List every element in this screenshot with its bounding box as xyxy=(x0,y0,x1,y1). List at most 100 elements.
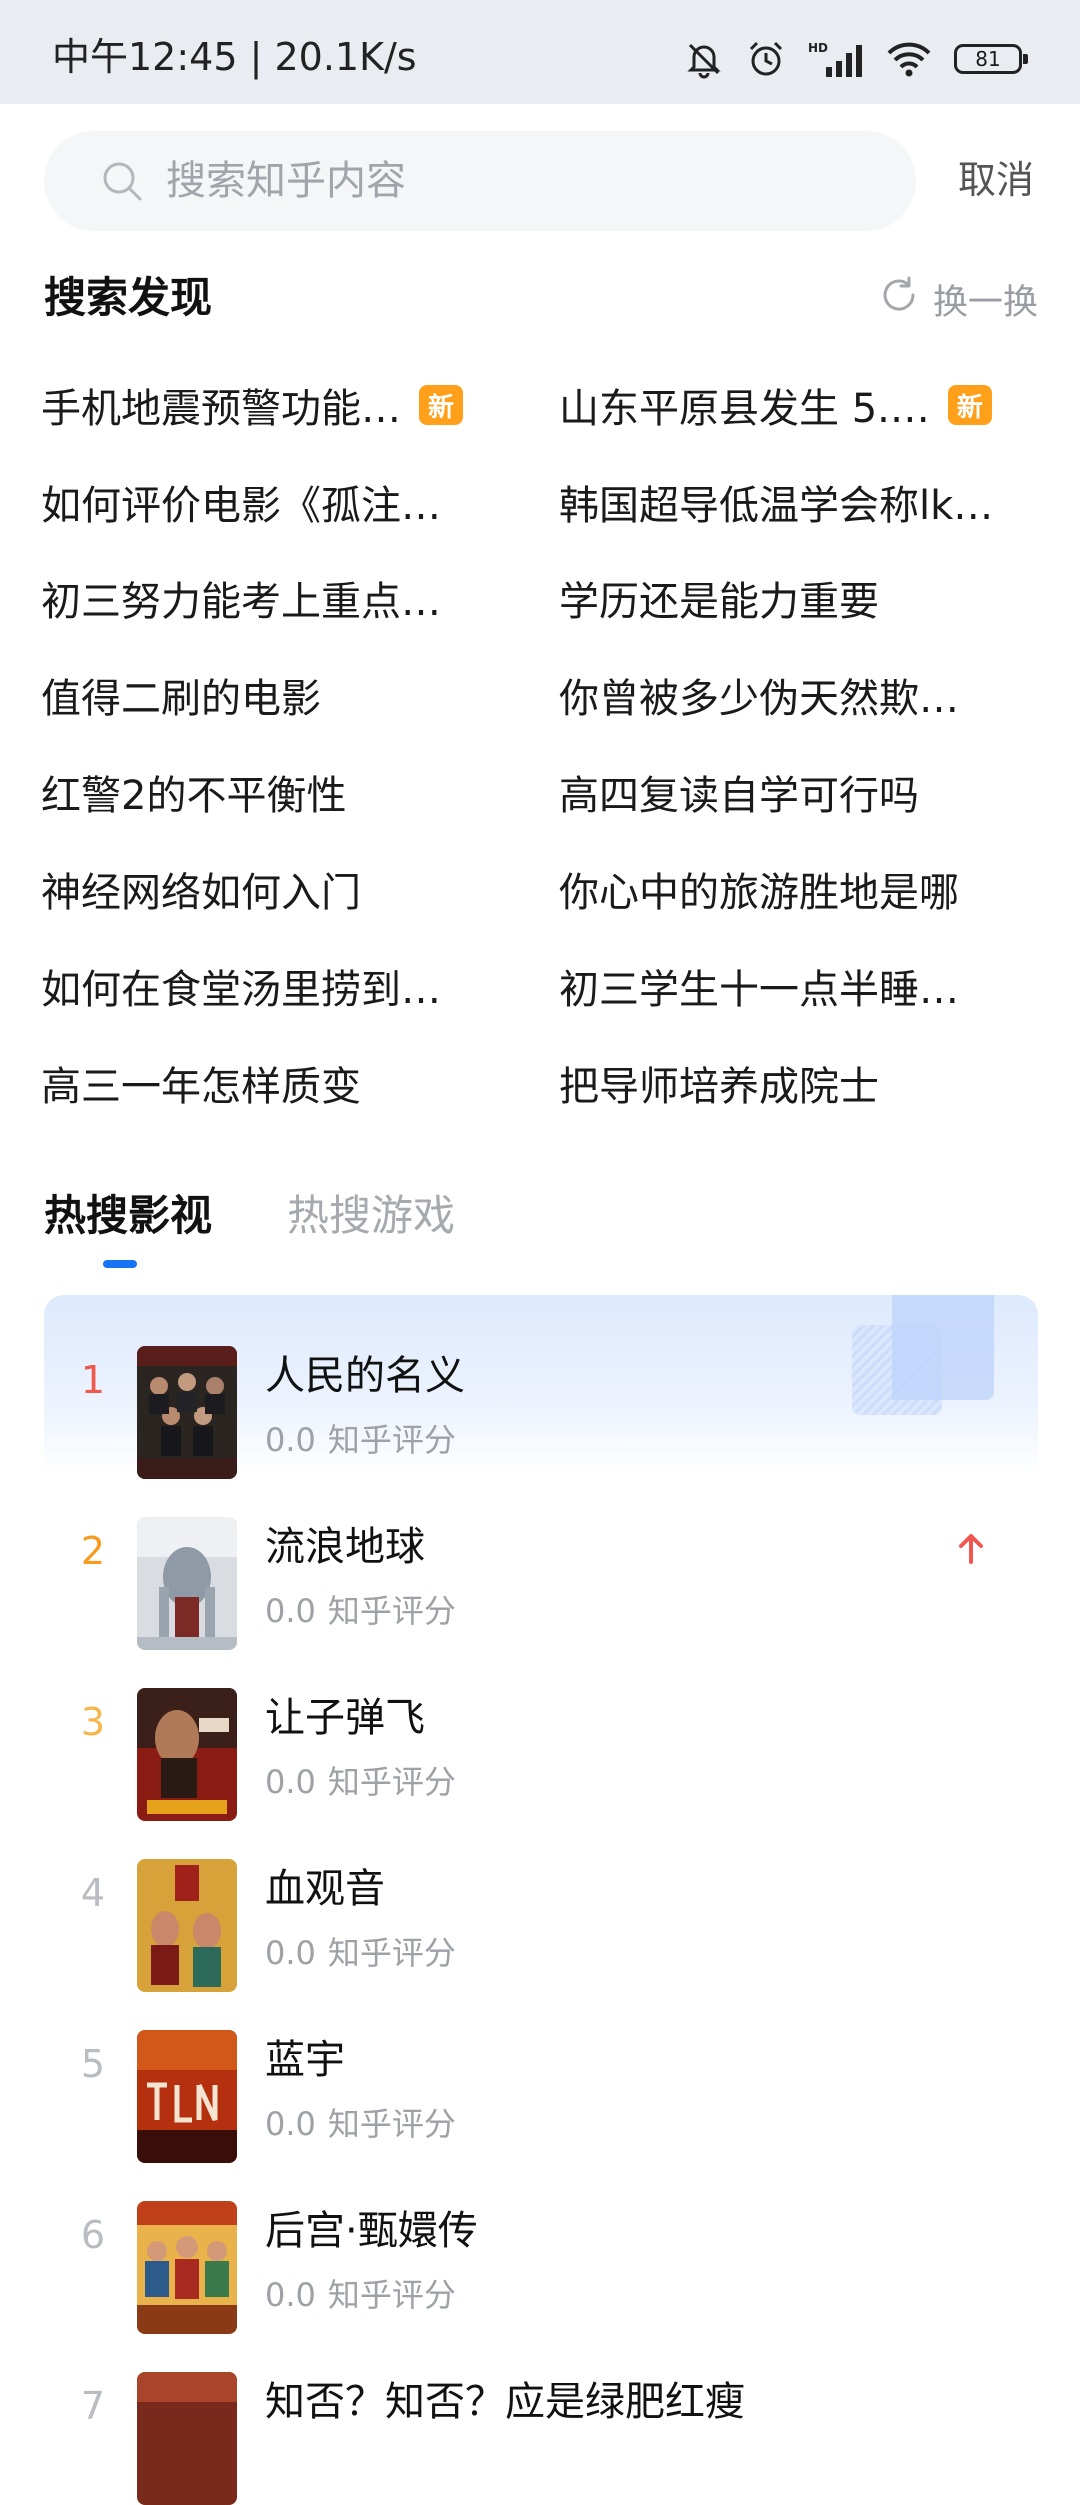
discover-item[interactable]: 手机地震预警功能… 新 xyxy=(41,370,521,440)
discover-item-text: 把导师培养成院士 xyxy=(559,1064,879,1110)
movie-title: 人民的名义 xyxy=(265,1353,465,1399)
discover-item[interactable]: 如何评价电影《孤注… xyxy=(41,467,521,537)
refresh-icon xyxy=(877,273,921,326)
discover-item-text: 韩国超导低温学会称lk… xyxy=(559,483,994,529)
movie-score: 0.0 知乎评分 xyxy=(265,2272,456,2318)
rank-row[interactable]: 6 后宫·甄嬛传 0.0 知乎评分 xyxy=(44,2150,1038,2334)
rank-number: 4 xyxy=(80,1871,106,1915)
score-label: 知乎评分 xyxy=(327,1592,456,1630)
discover-item[interactable]: 如何在食堂汤里捞到… xyxy=(41,951,521,1021)
discover-item-text: 你心中的旅游胜地是哪 xyxy=(559,870,959,916)
movie-title: 蓝宇 xyxy=(265,2037,345,2083)
alarm-icon xyxy=(746,39,786,79)
movie-title: 后宫·甄嬛传 xyxy=(265,2208,478,2254)
movie-poster xyxy=(137,1346,237,1479)
movie-poster xyxy=(137,1859,237,1992)
movie-score: 0.0 知乎评分 xyxy=(265,1930,456,1976)
rank-row[interactable]: 2 流浪地球 0.0 知乎评分 xyxy=(44,1466,1038,1650)
movie-score: 0.0 知乎评分 xyxy=(265,1417,456,1463)
rank-number: 2 xyxy=(80,1529,106,1573)
discover-item[interactable]: 初三努力能考上重点… xyxy=(41,563,521,633)
movie-title: 血观音 xyxy=(265,1866,385,1912)
movie-title: 让子弹飞 xyxy=(265,1695,425,1741)
discover-item[interactable]: 红警2的不平衡性 xyxy=(41,757,521,827)
discover-item-text: 山东平原县发生 5.… xyxy=(559,386,930,432)
refresh-button[interactable]: 换一换 xyxy=(877,272,1038,326)
discover-item[interactable]: 韩国超导低温学会称lk… xyxy=(559,467,1039,537)
score-label: 知乎评分 xyxy=(327,2276,456,2314)
score-label: 知乎评分 xyxy=(327,1934,456,1972)
search-bar[interactable] xyxy=(44,131,916,231)
trend-up-arrow-icon xyxy=(958,1532,984,1568)
score-value: 0.0 xyxy=(265,1421,316,1459)
search-icon xyxy=(100,159,144,207)
score-label: 知乎评分 xyxy=(327,1421,456,1459)
discover-item[interactable]: 高四复读自学可行吗 xyxy=(559,757,1039,827)
score-value: 0.0 xyxy=(265,2105,316,2143)
movie-poster xyxy=(137,2201,237,2334)
status-icons: HD 81 xyxy=(684,36,1028,82)
discover-item[interactable]: 神经网络如何入门 xyxy=(41,854,521,924)
discover-item[interactable]: 高三一年怎样质变 xyxy=(41,1048,521,1118)
score-value: 0.0 xyxy=(265,2276,316,2314)
discover-item-text: 手机地震预警功能… xyxy=(41,386,401,432)
discover-item[interactable]: 学历还是能力重要 xyxy=(559,563,1039,633)
discover-item[interactable]: 你曾被多少伪天然欺… xyxy=(559,660,1039,730)
score-label: 知乎评分 xyxy=(327,2105,456,2143)
svg-text:HD: HD xyxy=(808,41,828,55)
refresh-label: 换一换 xyxy=(932,282,1038,323)
movie-poster xyxy=(137,1688,237,1821)
new-badge: 新 xyxy=(419,385,463,425)
discover-item-text: 值得二刷的电影 xyxy=(41,676,321,722)
discover-item[interactable]: 你心中的旅游胜地是哪 xyxy=(559,854,1039,924)
score-value: 0.0 xyxy=(265,1934,316,1972)
rank-row[interactable]: 3 让子弹飞 0.0 知乎评分 xyxy=(44,1637,1038,1821)
score-label: 知乎评分 xyxy=(327,1763,456,1801)
rank-number: 3 xyxy=(80,1700,106,1744)
discover-item-text: 初三学生十一点半睡… xyxy=(559,967,959,1013)
wifi-icon xyxy=(886,39,932,79)
signal-hd-icon: HD xyxy=(808,39,864,79)
discover-item[interactable]: 初三学生十一点半睡… xyxy=(559,951,1039,1021)
discover-item-text: 红警2的不平衡性 xyxy=(41,773,347,819)
rank-number: 5 xyxy=(80,2042,106,2086)
discover-item-text: 高三一年怎样质变 xyxy=(41,1064,361,1110)
discover-item[interactable]: 山东平原县发生 5.… 新 xyxy=(559,370,1039,440)
rank-number: 7 xyxy=(80,2384,106,2428)
rank-number: 1 xyxy=(80,1358,106,1402)
discover-item-text: 如何评价电影《孤注… xyxy=(41,483,441,529)
score-value: 0.0 xyxy=(265,1592,316,1630)
mute-bell-icon xyxy=(684,39,724,79)
movie-title: 知否？知否？应是绿肥红瘦 xyxy=(265,2379,745,2425)
rank-row[interactable]: 5 蓝宇 0.0 知乎评分 xyxy=(44,1979,1038,2163)
score-value: 0.0 xyxy=(265,1763,316,1801)
discover-item[interactable]: 把导师培养成院士 xyxy=(559,1048,1039,1118)
movie-score: 0.0 知乎评分 xyxy=(265,1588,456,1634)
tab-hot-movies[interactable]: 热搜影视 xyxy=(44,1186,212,1246)
status-bar: 中午12:45 | 20.1K/s HD 81 xyxy=(0,0,1080,104)
rank-row[interactable]: 1 人民的名义 0.0 知乎评分 xyxy=(44,1295,1038,1479)
discover-title: 搜索发现 xyxy=(44,273,213,322)
discover-item-text: 你曾被多少伪天然欺… xyxy=(559,676,959,722)
discover-item-text: 学历还是能力重要 xyxy=(559,579,879,625)
movie-poster xyxy=(137,2372,237,2505)
movie-title: 流浪地球 xyxy=(265,1524,425,1570)
rank-row[interactable]: 4 血观音 0.0 知乎评分 xyxy=(44,1808,1038,1992)
movie-poster xyxy=(137,2030,237,2163)
movie-poster xyxy=(137,1517,237,1650)
discover-item-text: 如何在食堂汤里捞到… xyxy=(41,967,441,1013)
rank-row[interactable]: 7 知否？知否？应是绿肥红瘦 xyxy=(44,2321,1038,2505)
search-input[interactable] xyxy=(164,149,864,213)
new-badge: 新 xyxy=(947,385,992,425)
battery-icon: 81 xyxy=(954,44,1028,74)
cancel-button[interactable]: 取消 xyxy=(958,150,1034,210)
discover-item-text: 高四复读自学可行吗 xyxy=(559,773,919,819)
discover-item[interactable]: 值得二刷的电影 xyxy=(41,660,521,730)
rank-number: 6 xyxy=(80,2213,106,2257)
tab-indicator xyxy=(103,1260,137,1268)
status-time: 中午12:45 | 20.1K/s xyxy=(52,35,417,79)
tab-hot-games[interactable]: 热搜游戏 xyxy=(287,1186,455,1246)
movie-score: 0.0 知乎评分 xyxy=(265,2101,456,2147)
discover-item-text: 神经网络如何入门 xyxy=(41,870,361,916)
discover-item-text: 初三努力能考上重点… xyxy=(41,579,441,625)
